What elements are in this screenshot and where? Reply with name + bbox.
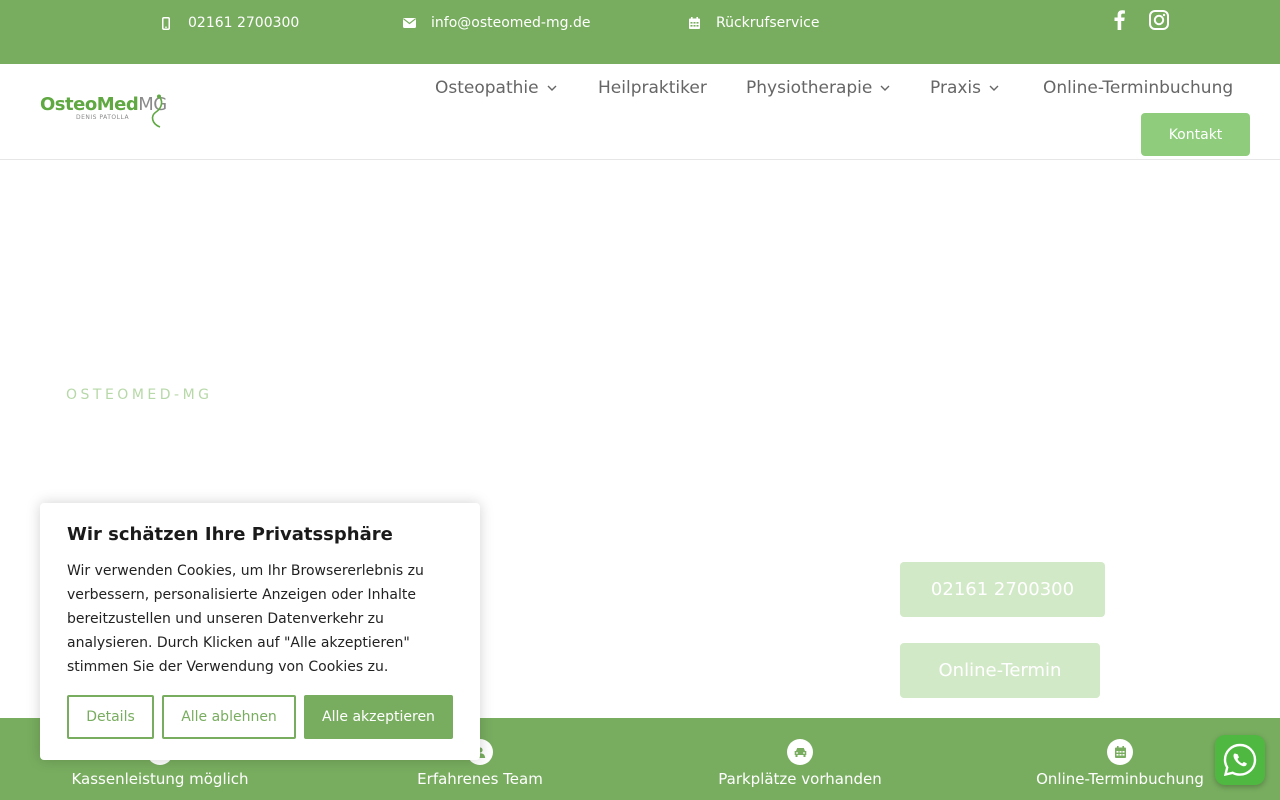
topbar-email-text: info@osteomed-mg.de [431,15,591,31]
topbar-callback-link[interactable]: Rückrufservice [686,13,819,33]
topbar-phone-text: 02161 2700300 [188,15,300,31]
topbar-email-link[interactable]: info@osteomed-mg.de [401,13,590,33]
nav-heilpraktiker[interactable]: Heilpraktiker [598,78,707,98]
topbar-callback-text: Rückrufservice [716,15,820,31]
nav-label: Osteopathie [435,78,539,98]
feature-label: Erfahrenes Team [417,770,543,788]
instagram-icon[interactable] [1147,8,1171,32]
logo-subtitle: DENIS PATOLLA [76,114,130,121]
cookie-reject-button[interactable]: Alle ablehnen [162,695,296,739]
nav-physiotherapie[interactable]: Physiotherapie [746,78,890,98]
nav-label: Online-Terminbuchung [1043,78,1234,98]
feature-label: Kassenleistung möglich [71,770,249,788]
calendar-icon [1107,739,1133,765]
logo[interactable]: OsteoMedMG DENIS PATOLLA [40,94,172,130]
logo-figure-icon [151,94,163,128]
nav-osteopathie[interactable]: Osteopathie [435,78,557,98]
whatsapp-icon [1223,743,1257,777]
top-bar: 02161 2700300 info@osteomed-mg.de Rückru… [0,0,1280,64]
cookie-accept-button[interactable]: Alle akzeptieren [304,695,453,739]
site-header: OsteoMedMG DENIS PATOLLA Osteopathie Hei… [0,64,1280,160]
kontakt-button[interactable]: Kontakt [1141,113,1250,156]
facebook-icon[interactable] [1107,8,1131,32]
mobile-phone-icon [158,16,174,30]
nav-praxis[interactable]: Praxis [930,78,999,98]
nav-label: Physiotherapie [746,78,873,98]
feature-parkplaetze: Parkplätze vorhanden [640,718,960,800]
feature-label: Parkplätze vorhanden [718,770,882,788]
cookie-title: Wir schätzen Ihre Privatssphäre [67,524,393,545]
topbar-phone-link[interactable]: 02161 2700300 [158,13,299,33]
cta-phone-button[interactable]: 02161 2700300 [900,562,1105,617]
cta-online-termin-button[interactable]: Online-Termin [900,643,1100,698]
nav-label: Heilpraktiker [598,78,707,98]
nav-label: Praxis [930,78,981,98]
chevron-down-icon [989,85,999,91]
logo-brand-main: OsteoMed [40,94,139,115]
chevron-down-icon [880,85,890,91]
hero-tagline: OSTEOMED-MG [66,387,213,403]
chevron-down-icon [547,85,557,91]
car-icon [787,739,813,765]
calendar-icon [686,17,702,29]
nav-online-terminbuchung[interactable]: Online-Terminbuchung [1043,78,1233,98]
cookie-text: Wir verwenden Cookies, um Ihr Browsererl… [67,563,424,675]
whatsapp-button[interactable] [1215,735,1265,785]
cookie-consent-dialog: Wir schätzen Ihre Privatssphäre Wir verw… [40,503,480,760]
envelope-icon [401,18,417,28]
cookie-details-button[interactable]: Details [67,695,154,739]
